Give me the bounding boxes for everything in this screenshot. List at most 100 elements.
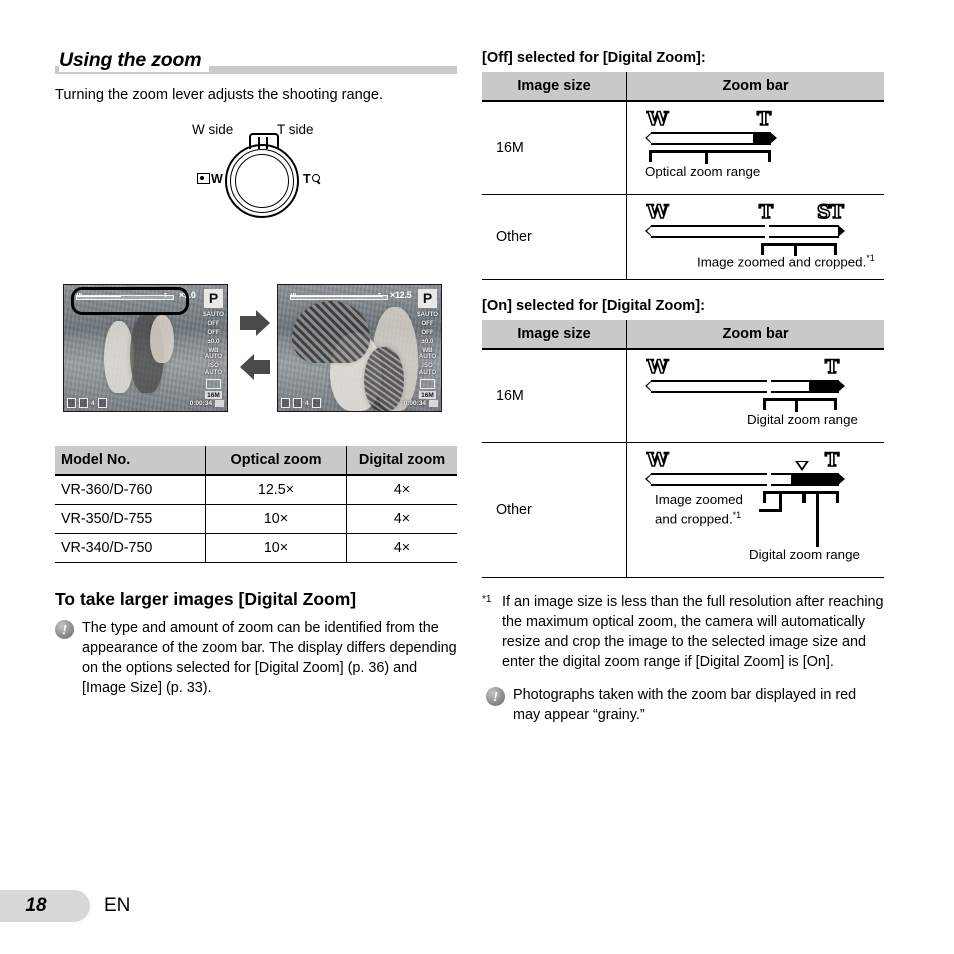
table-header-row: Image size Zoom bar	[482, 72, 884, 102]
exclamation-icon: !	[486, 686, 505, 706]
lcd-t-label: T	[378, 292, 382, 299]
zoom-lever-diagram: W side T side W T	[55, 120, 457, 238]
bar-label-t: T	[758, 201, 774, 223]
section-heading: Using the zoom	[55, 44, 457, 74]
footnote-marker: *1	[482, 594, 492, 605]
magnifier-icon	[311, 174, 321, 183]
cell-digital: 4×	[346, 474, 457, 505]
grainy-note-text: Photographs taken with the zoom bar disp…	[513, 686, 857, 723]
bar-label-w: W	[646, 356, 669, 378]
footnote-text: If an image size is less than the full r…	[502, 594, 884, 671]
stabilizer-icon	[97, 398, 107, 409]
intro-paragraph: Turning the zoom lever adjusts the shoot…	[55, 87, 384, 103]
memory-card-icon	[215, 399, 224, 407]
optical-range-bracket	[649, 150, 771, 162]
frame-count: 4	[305, 399, 309, 407]
macro-off-icon: OFF	[207, 319, 220, 327]
table-row: Other W T ST Image zoomed and cropped.*1	[482, 194, 884, 280]
col-header-digital: Digital zoom	[346, 445, 457, 476]
lcd-icon-column: $AUTO OFF OFF ±0.0 WB AUTO ISO AUTO 16M	[417, 310, 438, 400]
zoom-bar-track	[645, 379, 845, 394]
col-header-image-size: Image size	[482, 320, 627, 350]
stabilizer-icon	[311, 398, 321, 409]
cell-image-size: 16M	[482, 101, 627, 195]
lcd-icon-column: $AUTO OFF OFF ±0.0 WB AUTO ISO AUTO 16M	[203, 311, 224, 400]
w-side-label: W side	[192, 121, 234, 137]
bar-label-st: ST	[816, 201, 844, 223]
t-marker-label: T	[303, 171, 311, 186]
optical-range-label: Optical zoom range	[645, 164, 761, 179]
drive-mode-icon	[420, 378, 435, 389]
record-time: 0:00:34	[403, 399, 426, 407]
cell-digital: 4×	[346, 533, 457, 563]
record-time: 0:00:34	[189, 399, 212, 407]
cell-model: VR-360/D-760	[55, 474, 206, 505]
shooting-mode-badge: P	[418, 288, 437, 308]
cell-optical: 10×	[205, 533, 347, 563]
digital-range-bracket	[763, 398, 837, 410]
zoom-bar-track	[645, 224, 845, 239]
digital-zoom-note-text: The type and amount of zoom can be ident…	[82, 619, 457, 697]
table-row: VR-340/D-750 10× 4×	[55, 533, 457, 563]
bar-label-w: W	[646, 201, 669, 223]
page-number: 18	[0, 890, 90, 922]
lcd-zoom-value: ×12.5	[390, 289, 412, 300]
digital-range-label: Digital zoom range	[747, 412, 858, 427]
exposure-comp-value: ±0.0	[421, 337, 434, 345]
wide-angle-icon	[197, 173, 210, 185]
zoom-bar-graphic-on-16m: W T Digital zoom range	[637, 356, 878, 434]
frame-count: 4	[91, 399, 95, 407]
arrow-pair-icon	[240, 309, 270, 380]
shooting-mode-badge: P	[204, 288, 223, 308]
table-row: VR-350/D-755 10× 4×	[55, 504, 457, 534]
bar-label-t: T	[824, 356, 840, 378]
left-column: Using the zoom Turning the zoom lever ad…	[55, 44, 457, 698]
col-header-image-size: Image size	[482, 72, 627, 102]
digital-zoom-note: ! The type and amount of zoom can be ide…	[55, 618, 457, 699]
zoom-lever-ring	[225, 132, 299, 218]
cell-model: VR-340/D-750	[55, 533, 206, 563]
col-header-zoom-bar: Zoom bar	[626, 72, 884, 102]
bar-label-t: T	[824, 449, 840, 471]
lcd-zoom-bar: W T	[290, 292, 388, 300]
table-row: 16M W T	[482, 101, 884, 195]
off-table-caption: [Off] selected for [Digital Zoom]:	[482, 50, 706, 66]
lcd-status-bar: 4 0:00:34	[67, 398, 224, 409]
white-balance-icon: WB AUTO	[418, 346, 437, 361]
drive-mode-icon	[206, 378, 221, 389]
zoom-bar-track	[645, 472, 845, 487]
battery-icon	[281, 398, 290, 409]
digital-zoom-heading: To take larger images [Digital Zoom]	[55, 588, 357, 609]
bar-label-w: W	[646, 449, 669, 471]
page-footer: 18 EN	[0, 890, 130, 922]
t-side-label: T side	[277, 121, 314, 137]
lcd-w-label: W	[291, 292, 297, 299]
bar-label-t: T	[756, 108, 772, 130]
cell-optical: 10×	[205, 504, 347, 534]
iso-icon: ISO AUTO	[204, 362, 223, 376]
right-column: [Off] selected for [Digital Zoom]: Image…	[482, 50, 884, 725]
record-icon	[293, 398, 302, 409]
footnote-ref: *1	[732, 509, 742, 520]
cropped-range-label: Image zoomed and cropped.*1	[655, 492, 743, 527]
section-heading-text: Using the zoom	[59, 49, 210, 72]
flash-auto-icon: $AUTO	[417, 310, 438, 318]
lcd-screen-wide: W T ×5.0 P $AUTO OFF OFF ±0.0 WB AUTO IS…	[63, 283, 228, 412]
lcd-status-bar: 4 0:00:34	[281, 398, 438, 409]
w-side-marker: W	[197, 172, 223, 186]
on-table-caption: [On] selected for [Digital Zoom]:	[482, 298, 705, 314]
table-row: VR-360/D-760 12.5× 4×	[55, 474, 457, 505]
exclamation-icon: !	[55, 619, 74, 639]
footnote-ref: *1	[866, 253, 875, 263]
cell-digital: 4×	[346, 504, 457, 534]
self-timer-off-icon: OFF	[421, 328, 434, 336]
cropped-range-bracket	[763, 491, 805, 503]
cell-optical: 12.5×	[205, 474, 347, 505]
lcd-comparison: Zoom bar W T ×5.0 P $AUTO OFF	[55, 283, 457, 434]
white-balance-icon: WB AUTO	[204, 346, 223, 361]
zoom-bar-track	[645, 132, 777, 145]
memory-card-icon	[429, 399, 438, 407]
on-zoom-bar-table: Image size Zoom bar 16M W T Digital zoom…	[482, 320, 884, 578]
bar-label-w: W	[646, 108, 669, 130]
page-language: EN	[104, 895, 131, 916]
